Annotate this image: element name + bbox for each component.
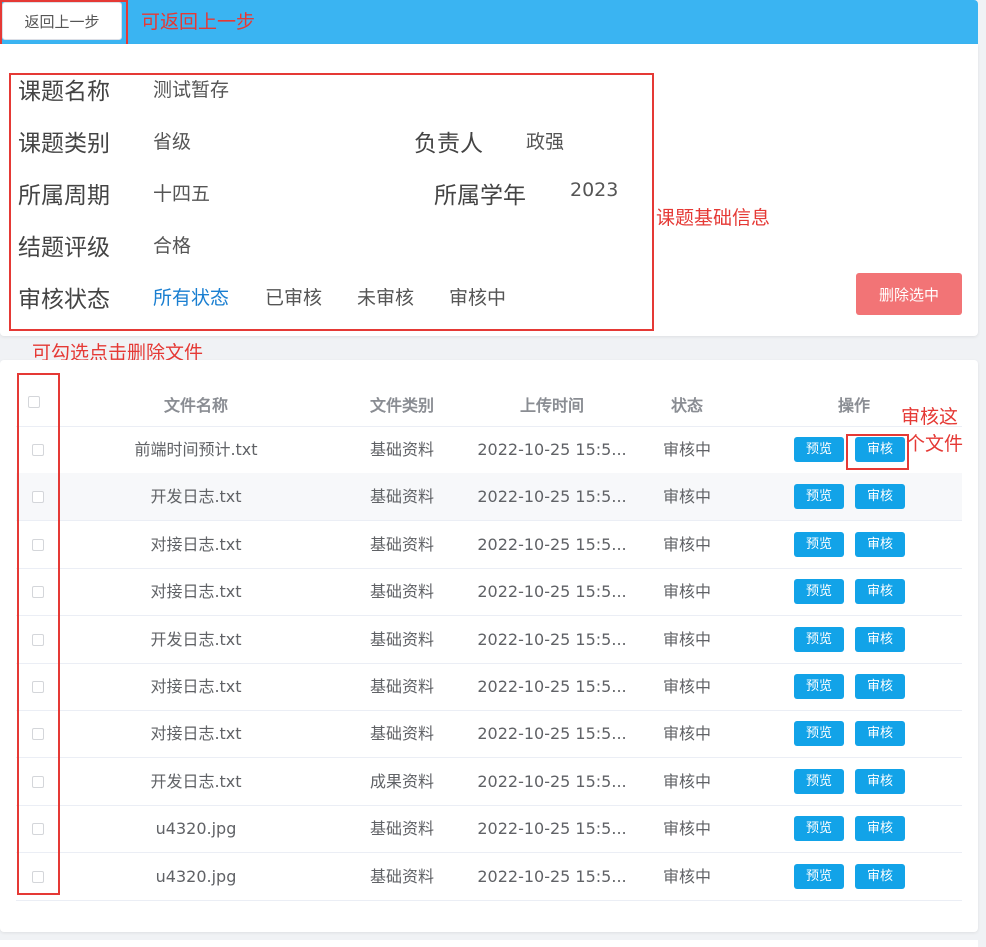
file-category: 基础资料	[369, 630, 434, 649]
review-button[interactable]: 审核	[855, 484, 905, 509]
review-button[interactable]: 审核	[855, 579, 905, 604]
review-button[interactable]: 审核	[855, 864, 905, 889]
table-row: u4320.jpg 基础资料 2022-10-25 15:5... 审核中 预览 审核	[16, 853, 962, 901]
annotation-box-checkbox	[17, 373, 60, 895]
upload-time: 2022-10-25 15:5...	[477, 440, 627, 459]
table-row: 开发日志.txt 基础资料 2022-10-25 15:5... 审核中 预览 审核	[16, 473, 962, 521]
file-name: 对接日志.txt	[150, 724, 242, 743]
preview-button[interactable]: 预览	[794, 532, 844, 557]
table-row: 开发日志.txt 成果资料 2022-10-25 15:5... 审核中 预览 审核	[16, 758, 962, 806]
table-header: 文件名称 文件类别 上传时间 状态 操作	[16, 378, 962, 427]
preview-button[interactable]: 预览	[794, 674, 844, 699]
header-category: 文件类别	[369, 396, 434, 415]
preview-button[interactable]: 预览	[794, 721, 844, 746]
file-category: 基础资料	[369, 724, 434, 743]
table-row: u4320.jpg 基础资料 2022-10-25 15:5... 审核中 预览 审核	[16, 805, 962, 853]
review-button[interactable]: 审核	[855, 816, 905, 841]
header-actions: 操作	[837, 396, 870, 415]
upload-time: 2022-10-25 15:5...	[477, 724, 627, 743]
file-status: 审核中	[662, 677, 711, 696]
table-row: 对接日志.txt 基础资料 2022-10-25 15:5... 审核中 预览 审核	[16, 710, 962, 758]
header-time: 上传时间	[519, 396, 584, 415]
upload-time: 2022-10-25 15:5...	[477, 630, 627, 649]
file-name: 开发日志.txt	[150, 630, 242, 649]
review-button[interactable]: 审核	[855, 532, 905, 557]
delete-selected-button[interactable]: 删除选中	[856, 273, 962, 315]
file-name: 前端时间预计.txt	[134, 440, 258, 459]
annotation-review-line2: 个文件	[906, 433, 964, 455]
review-button[interactable]: 审核	[855, 769, 905, 794]
file-category: 成果资料	[369, 772, 434, 791]
file-status: 审核中	[662, 487, 711, 506]
table-row: 对接日志.txt 基础资料 2022-10-25 15:5... 审核中 预览 审核	[16, 521, 962, 569]
preview-button[interactable]: 预览	[794, 864, 844, 889]
preview-button[interactable]: 预览	[794, 816, 844, 841]
file-category: 基础资料	[369, 677, 434, 696]
table-row: 前端时间预计.txt 基础资料 2022-10-25 15:5... 审核中 预览 审核	[16, 426, 962, 474]
preview-button[interactable]: 预览	[794, 769, 844, 794]
header-name: 文件名称	[163, 396, 228, 415]
file-category: 基础资料	[369, 535, 434, 554]
file-name: 对接日志.txt	[150, 535, 242, 554]
upload-time: 2022-10-25 15:5...	[477, 582, 627, 601]
file-category: 基础资料	[369, 440, 434, 459]
file-category: 基础资料	[369, 582, 434, 601]
file-status: 审核中	[662, 630, 711, 649]
file-status: 审核中	[662, 440, 711, 459]
table-row: 对接日志.txt 基础资料 2022-10-25 15:5... 审核中 预览 审核	[16, 663, 962, 711]
preview-button[interactable]: 预览	[794, 579, 844, 604]
review-button[interactable]: 审核	[855, 721, 905, 746]
file-status: 审核中	[662, 724, 711, 743]
preview-button[interactable]: 预览	[794, 484, 844, 509]
upload-time: 2022-10-25 15:5...	[477, 819, 627, 838]
review-button[interactable]: 审核	[855, 674, 905, 699]
file-name: u4320.jpg	[155, 819, 237, 838]
upload-time: 2022-10-25 15:5...	[477, 677, 627, 696]
file-category: 基础资料	[369, 487, 434, 506]
file-name: 对接日志.txt	[150, 582, 242, 601]
file-name: 对接日志.txt	[150, 677, 242, 696]
preview-button[interactable]: 预览	[794, 437, 844, 462]
file-name: 开发日志.txt	[150, 487, 242, 506]
annotation-info: 课题基础信息	[656, 207, 771, 229]
annotation-box-info	[9, 73, 654, 331]
file-category: 基础资料	[369, 819, 434, 838]
file-status: 审核中	[662, 582, 711, 601]
header-status: 状态	[670, 396, 703, 415]
table-row: 对接日志.txt 基础资料 2022-10-25 15:5... 审核中 预览 审核	[16, 568, 962, 616]
bottom-card-edge	[0, 940, 978, 947]
upload-time: 2022-10-25 15:5...	[477, 535, 627, 554]
annotation-review-line1: 审核这	[901, 406, 959, 428]
file-status: 审核中	[662, 772, 711, 791]
preview-button[interactable]: 预览	[794, 627, 844, 652]
file-name: 开发日志.txt	[150, 772, 242, 791]
table-row: 开发日志.txt 基础资料 2022-10-25 15:5... 审核中 预览 审核	[16, 616, 962, 664]
upload-time: 2022-10-25 15:5...	[477, 772, 627, 791]
file-status: 审核中	[662, 819, 711, 838]
annotation-box-review	[846, 434, 909, 470]
review-button[interactable]: 审核	[855, 627, 905, 652]
file-status: 审核中	[662, 535, 711, 554]
file-name: u4320.jpg	[155, 867, 237, 886]
upload-time: 2022-10-25 15:5...	[477, 487, 627, 506]
file-status: 审核中	[662, 867, 711, 886]
upload-time: 2022-10-25 15:5...	[477, 867, 627, 886]
annotation-back: 可返回上一步	[141, 11, 256, 33]
file-category: 基础资料	[369, 867, 434, 886]
